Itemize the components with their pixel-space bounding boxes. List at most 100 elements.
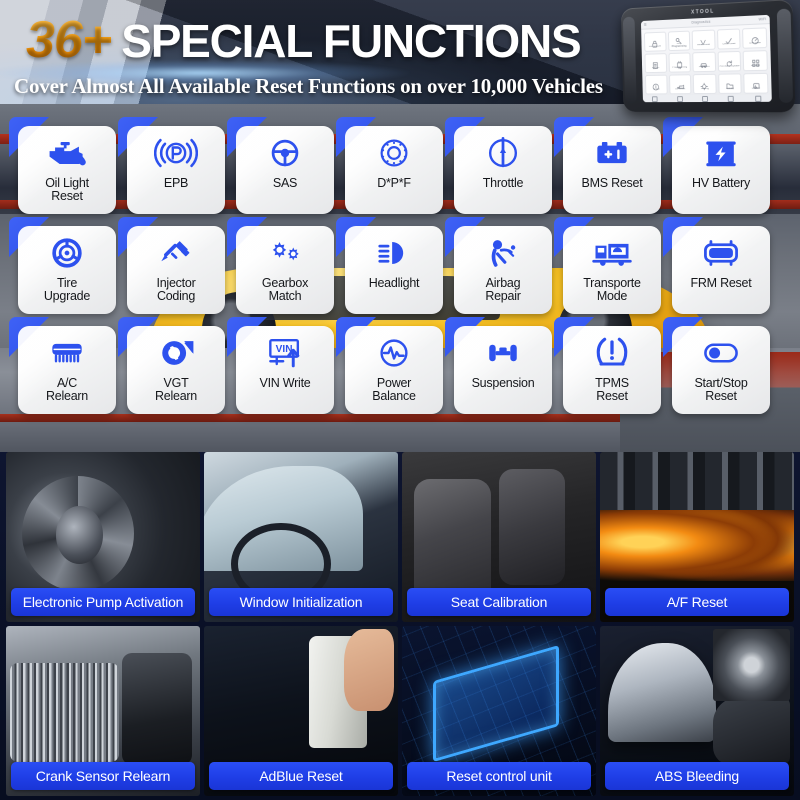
card-corner-fold [445, 217, 485, 257]
function-card-vin-write[interactable]: VIN VIN Write [227, 317, 334, 414]
tablet-app-2[interactable]: Key Programming [667, 30, 691, 52]
tablet-app-5[interactable]: Live Data [742, 27, 768, 49]
card-corner-fold [227, 117, 267, 157]
steering-wheel-icon [263, 129, 307, 177]
function-card-label: Transporte Mode [583, 276, 641, 304]
card-corner-fold [663, 217, 703, 257]
tablet-app-3[interactable]: Read Code [691, 29, 716, 51]
tablet-app-4[interactable]: Clear Code [716, 28, 741, 50]
feature-photo-crank-sensor-relearn[interactable]: Crank Sensor Relearn [6, 626, 200, 796]
tablet-screen[interactable]: ☰ Diagnostics WiFi Immobilizer Key Progra… [640, 14, 772, 103]
function-card-hv-battery[interactable]: HV Battery [663, 117, 770, 214]
tablet-app-14[interactable]: Library [717, 73, 743, 94]
tablet-app-1[interactable]: Immobilizer [643, 31, 667, 52]
photo-detail-shoe [712, 697, 791, 766]
card-corner-fold [663, 117, 703, 157]
function-card-label: A/C Relearn [45, 376, 89, 404]
hv-battery-icon [699, 129, 743, 177]
function-card-label: HV Battery [692, 176, 750, 190]
function-card-tire-upgrade[interactable]: Tire Upgrade [9, 217, 116, 314]
title-row: 36+ SPECIAL FUNCTIONS [26, 14, 626, 72]
card-corner-fold [118, 317, 158, 357]
tablet-app-9[interactable]: Firmware Update [717, 50, 742, 72]
tablet-app-15[interactable]: Battery [743, 72, 769, 94]
card-corner-fold [336, 117, 376, 157]
power-balance-icon [372, 329, 416, 377]
tablet-app-7[interactable]: Programming [668, 52, 691, 73]
key-icon [675, 33, 684, 42]
tablet-app-12[interactable]: Oil Reset [668, 74, 692, 95]
refresh-icon [725, 55, 734, 64]
photo-caption: Reset control unit [407, 762, 591, 790]
tablet-grip-left [622, 16, 637, 104]
function-card-label: Suspension [471, 376, 535, 390]
functions-count-badge: 36+ [26, 11, 112, 69]
dpf-filter-icon [372, 129, 416, 177]
function-card-throttle[interactable]: Throttle [445, 117, 552, 214]
poster-root: 36+ SPECIAL FUNCTIONS Cover Almost All A… [0, 0, 800, 800]
function-card-vgt-relearn[interactable]: VGT Relearn [118, 317, 225, 414]
special-functions-grid: Oil Light Reset EPB SAS D*P*F Throttle BMS Res… [9, 117, 782, 414]
function-card-a-c-relearn[interactable]: A/C Relearn [9, 317, 116, 414]
feature-photo-seat-calibration[interactable]: Seat Calibration [402, 452, 596, 622]
card-corner-fold [227, 317, 267, 357]
function-card-tpms-reset[interactable]: TPMS Reset [554, 317, 661, 414]
home-icon[interactable] [676, 95, 683, 102]
tablet-screen-title: Diagnostics [691, 19, 711, 25]
function-card-sas[interactable]: SAS [227, 117, 334, 214]
feature-photo-adblue-reset[interactable]: AdBlue Reset [204, 626, 398, 796]
card-corner-fold [9, 217, 49, 257]
photo-caption: AdBlue Reset [209, 762, 393, 790]
function-card-headlight[interactable]: Headlight [336, 217, 443, 314]
function-card-label: Tire Upgrade [43, 276, 91, 304]
function-card-label: VGT Relearn [154, 376, 198, 404]
diagnostic-tablet: XTOOL ☰ Diagnostics WiFi Immobilizer Key … [620, 0, 796, 113]
function-card-oil-light-reset[interactable]: Oil Light Reset [9, 117, 116, 214]
card-corner-fold [554, 117, 594, 157]
function-card-transporte-mode[interactable]: Transporte Mode [554, 217, 661, 314]
page-subtitle: Cover Almost All Available Reset Functio… [14, 74, 603, 98]
function-card-airbag-repair[interactable]: Airbag Repair [445, 217, 552, 314]
feature-photo-electronic-pump-activation[interactable]: Electronic Pump Activation [6, 452, 200, 622]
card-corner-fold [227, 217, 267, 257]
feature-photo-abs-bleeding[interactable]: ABS Bleeding [600, 626, 794, 796]
function-card-start-stop-reset[interactable]: Start/Stop Reset [663, 317, 770, 414]
feature-photo-window-initialization[interactable]: Window Initialization [204, 452, 398, 622]
function-card-frm-reset[interactable]: FRM Reset [663, 217, 770, 314]
function-card-label: SAS [272, 176, 298, 190]
tablet-app-13[interactable]: Setting [692, 73, 717, 95]
function-card-label: TPMS Reset [595, 376, 629, 404]
feature-photo-reset-control-unit[interactable]: Reset control unit [402, 626, 596, 796]
function-card-label: FRM Reset [690, 276, 752, 290]
feature-photo-a-f-reset[interactable]: A/F Reset [600, 452, 794, 622]
photo-caption: Electronic Pump Activation [11, 588, 195, 616]
function-card-suspension[interactable]: Suspension [445, 317, 552, 414]
back-icon[interactable] [652, 95, 658, 102]
gear-icon [700, 78, 709, 87]
function-card-gearbox-match[interactable]: Gearbox Match [227, 217, 334, 314]
card-corner-fold [445, 317, 485, 357]
tablet-app-10[interactable]: Module [743, 50, 768, 72]
tablet-app-11[interactable]: TPMS [645, 74, 668, 95]
function-card-injector-coding[interactable]: Injector Coding [118, 217, 225, 314]
function-card-label: EPB [163, 176, 189, 190]
tablet-app-6[interactable]: Report [644, 53, 667, 74]
battery-icon [751, 77, 761, 86]
tablet-app-grid[interactable]: Immobilizer Key Programming Read Code Clear… [641, 24, 772, 97]
function-card-power-balance[interactable]: Power Balance [336, 317, 443, 414]
settings-icon[interactable] [754, 95, 762, 102]
function-card-bms-reset[interactable]: BMS Reset [554, 117, 661, 214]
card-corner-fold [118, 117, 158, 157]
document-icon [651, 57, 660, 66]
function-card-epb[interactable]: EPB [118, 117, 225, 214]
photo-caption: ABS Bleeding [605, 762, 789, 790]
function-card-label: Airbag Repair [485, 276, 521, 304]
function-card-d-p-f[interactable]: D*P*F [336, 117, 443, 214]
recents-icon[interactable] [702, 95, 709, 102]
tablet-app-8[interactable]: Actuation [692, 51, 716, 73]
tpms-icon [590, 329, 634, 377]
tablet-nav-bar[interactable] [642, 94, 772, 103]
screenshot-icon[interactable] [728, 95, 735, 102]
tablet-menu-icon[interactable]: ☰ [644, 23, 647, 27]
frm-module-icon [699, 229, 743, 277]
